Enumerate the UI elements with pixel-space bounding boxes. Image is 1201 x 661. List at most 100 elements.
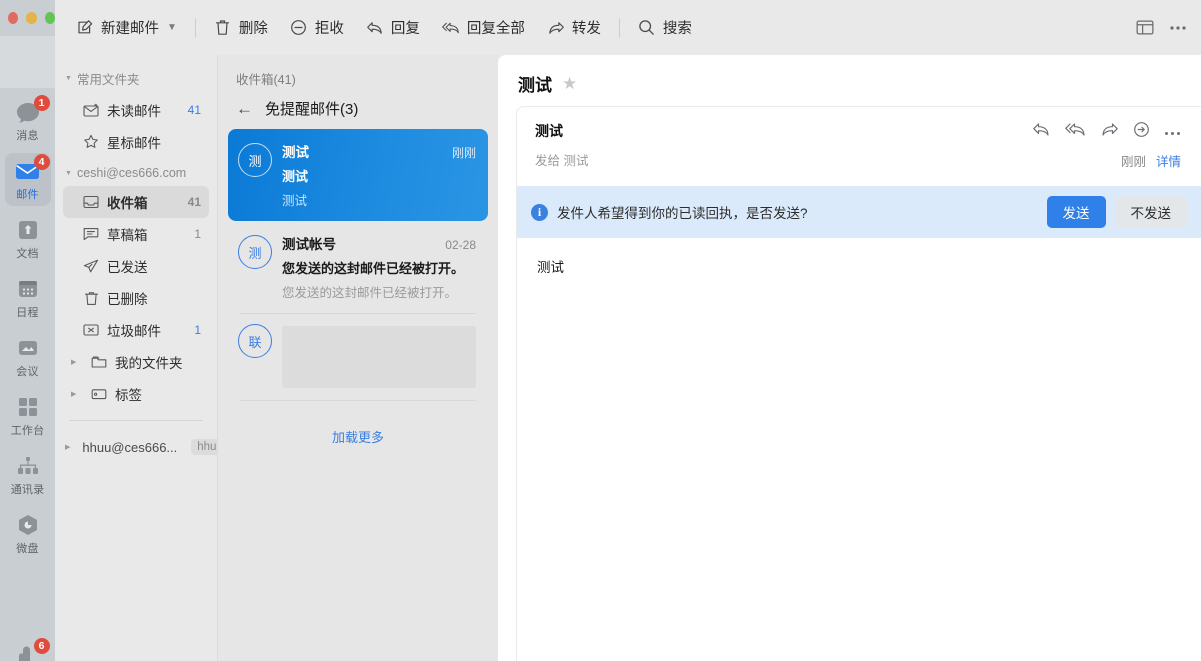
more-icon[interactable] (1164, 123, 1181, 141)
folder-label-deleted: 已删除 (107, 288, 201, 308)
message-header-left: 测试 发给 测试 (535, 121, 1022, 170)
folder-item-my-folders[interactable]: ▶ 我的文件夹 (63, 346, 209, 378)
account-label-2: hhuu@ces666... (82, 440, 177, 455)
list-title-row: ← 免提醒邮件(3) (218, 94, 498, 129)
folder-item-tags[interactable]: ▶ 标签 (63, 378, 209, 410)
mail-snippet: 您发送的这封邮件已经被打开。 (282, 282, 476, 301)
chevron-right-icon[interactable]: ▶ (65, 443, 70, 451)
chevron-right-icon[interactable]: ▶ (71, 358, 79, 366)
toolbar: 新建邮件 ▼ 删除 拒收 回复 (55, 0, 1201, 55)
mail-sender: 测试 (282, 141, 444, 161)
compose-button[interactable]: 新建邮件 ▼ (65, 11, 188, 44)
send-to-icon[interactable] (1133, 121, 1150, 143)
account-label-1: ceshi@ces666.com (77, 166, 186, 180)
mail-date: 刚刚 (452, 144, 476, 161)
delete-button[interactable]: 删除 (203, 11, 279, 44)
rail-item-mail[interactable]: 4 邮件 (5, 153, 51, 206)
rail-label-drive: 微盘 (16, 540, 38, 556)
chevron-down-icon[interactable]: ▼ (167, 22, 177, 33)
spam-icon (83, 322, 99, 338)
folder-item-starred[interactable]: 星标邮件 (63, 126, 209, 158)
message-meta: 刚刚 详情 (1121, 151, 1181, 170)
chevron-right-icon[interactable]: ▶ (71, 390, 79, 398)
rail-item-drive[interactable]: 微盘 (5, 507, 51, 560)
folder-item-deleted[interactable]: 已删除 (63, 282, 209, 314)
mail-item-body: 测试 刚刚 测试 测试 (282, 141, 476, 209)
message-header-right: 刚刚 详情 (1032, 121, 1185, 170)
reply-icon (366, 19, 384, 37)
reply-icon[interactable] (1032, 122, 1051, 142)
reader-header: 测试 ★ (498, 55, 1201, 106)
search-label: 搜索 (663, 17, 692, 38)
inbox-icon (83, 194, 99, 210)
forward-icon[interactable] (1100, 122, 1119, 142)
rail-item-calendar[interactable]: 日程 (5, 271, 51, 324)
reply-all-button[interactable]: 回复全部 (431, 11, 536, 44)
send-receipt-button[interactable]: 发送 (1047, 196, 1106, 228)
message-detail-link[interactable]: 详情 (1156, 151, 1181, 170)
rail-item-bottom[interactable]: 6 (0, 643, 55, 661)
main-area: 新建邮件 ▼ 删除 拒收 回复 (55, 0, 1201, 661)
folder-item-unread[interactable]: 未读邮件 41 (63, 94, 209, 126)
rail-item-workbench[interactable]: 工作台 (5, 389, 51, 442)
close-window-button[interactable] (8, 12, 18, 24)
forward-icon (547, 19, 565, 37)
folder-group-common[interactable]: ▼ 常用文件夹 (63, 63, 209, 94)
rail-label-workbench: 工作台 (11, 422, 45, 438)
reply-button[interactable]: 回复 (355, 11, 431, 44)
rail-item-contacts[interactable]: 通讯录 (5, 448, 51, 501)
chevron-down-icon: ▼ (65, 170, 72, 177)
account-header-2[interactable]: ▶ hhuu@ces666... hhuu (63, 431, 209, 463)
message-time: 刚刚 (1121, 151, 1146, 170)
content-row: ▼ 常用文件夹 未读邮件 41 星标邮件 ▼ (55, 55, 1201, 661)
mail-list-item[interactable]: 测 测试 刚刚 测试 测试 (228, 129, 488, 221)
reject-button[interactable]: 拒收 (279, 11, 355, 44)
rail-item-meeting[interactable]: 会议 (5, 330, 51, 383)
avatar: 联 (238, 324, 272, 358)
mail-list-item[interactable]: 联 (228, 314, 488, 400)
folder-label-starred: 星标邮件 (107, 132, 201, 152)
contacts-icon (15, 454, 41, 478)
chevron-down-icon: ▼ (65, 75, 72, 82)
more-options-button[interactable] (1165, 13, 1187, 43)
search-button[interactable]: 搜索 (627, 11, 703, 44)
bottom-badge: 6 (34, 638, 50, 654)
account-tag-2: hhuu (191, 439, 218, 455)
app-rail: 1 消息 4 邮件 文档 日程 会议 (0, 0, 55, 661)
mail-list-item[interactable]: 测 测试帐号 02-28 您发送的这封邮件已经被打开。 您发送的这封邮件已经被打… (228, 221, 488, 313)
reject-icon (290, 19, 308, 37)
rail-label-messages: 消息 (16, 127, 38, 143)
back-arrow-icon[interactable]: ← (236, 100, 253, 117)
compose-label: 新建邮件 (101, 17, 159, 38)
star-outline-icon[interactable]: ★ (562, 75, 577, 92)
account-header-1[interactable]: ▼ ceshi@ces666.com (63, 158, 209, 186)
info-icon: i (531, 204, 548, 221)
read-receipt-banner: i 发件人希望得到你的已读回执，是否发送? 发送 不发送 (517, 186, 1201, 238)
layout-toggle-button[interactable] (1125, 13, 1165, 43)
folder-item-drafts[interactable]: 草稿箱 1 (63, 218, 209, 250)
reading-pane: 测试 ★ 测试 发给 测试 (498, 55, 1201, 661)
folder-item-spam[interactable]: 垃圾邮件 1 (63, 314, 209, 346)
mail-item-body: 测试帐号 02-28 您发送的这封邮件已经被打开。 您发送的这封邮件已经被打开。 (282, 233, 476, 301)
minimize-window-button[interactable] (26, 12, 36, 24)
folder-label-sent: 已发送 (107, 256, 201, 276)
drive-icon (15, 513, 41, 537)
folder-label-inbox: 收件箱 (107, 192, 180, 212)
mail-item-body (282, 322, 476, 388)
reject-label: 拒收 (315, 17, 344, 38)
load-more-link[interactable]: 加载更多 (228, 401, 488, 446)
reply-all-icon[interactable] (1065, 122, 1086, 142)
forward-button[interactable]: 转发 (536, 11, 612, 44)
maximize-window-button[interactable] (45, 12, 55, 24)
toolbar-divider-1 (195, 18, 196, 38)
folder-item-inbox[interactable]: 收件箱 41 (63, 186, 209, 218)
apps-overflow-icon: 6 (15, 643, 41, 661)
rail-item-messages[interactable]: 1 消息 (5, 94, 51, 147)
message-actions (1032, 121, 1181, 143)
rail-item-documents[interactable]: 文档 (5, 212, 51, 265)
dont-send-receipt-button[interactable]: 不发送 (1115, 196, 1188, 228)
window-controls (0, 0, 55, 36)
folder-item-sent[interactable]: 已发送 (63, 250, 209, 282)
envelope-open-icon (83, 102, 99, 118)
meeting-icon (15, 336, 41, 360)
